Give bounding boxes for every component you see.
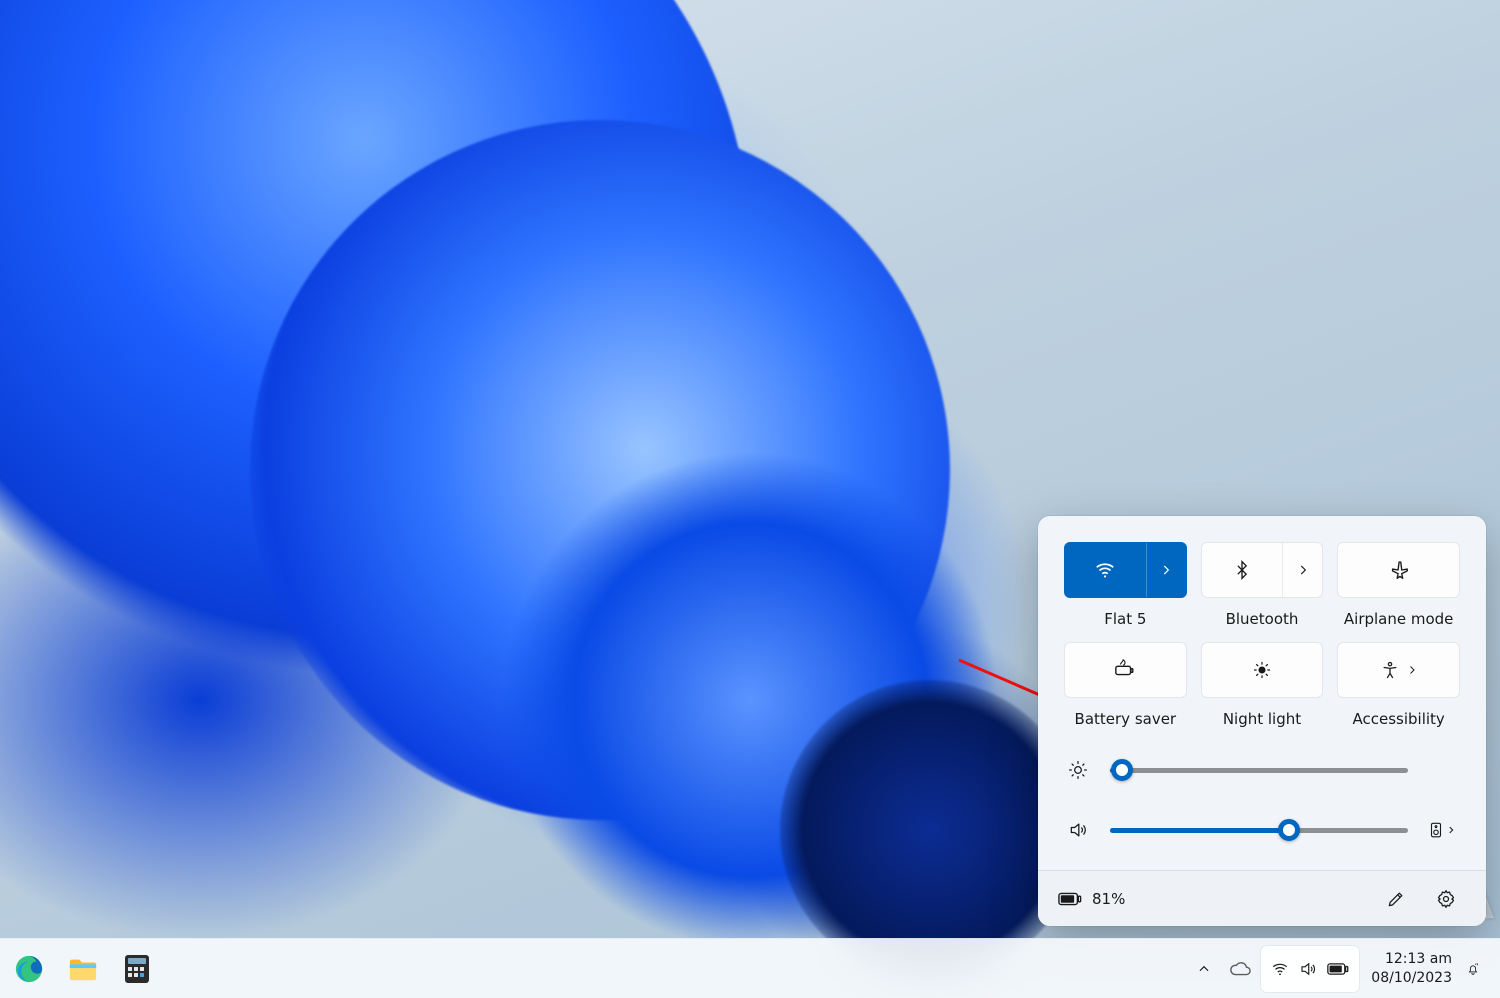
tile-night-light: Night light xyxy=(1201,642,1324,728)
bluetooth-more-button[interactable] xyxy=(1282,543,1322,597)
cloud-icon xyxy=(1229,961,1251,977)
battery-saver-icon xyxy=(1113,659,1137,681)
speaker-icon xyxy=(1068,820,1088,840)
tile-wifi: Flat 5 xyxy=(1064,542,1187,628)
brightness-slider-row xyxy=(1066,760,1458,780)
quick-settings-grid: Flat 5 Bluetooth xyxy=(1064,542,1460,728)
airplane-label: Airplane mode xyxy=(1344,610,1454,628)
brightness-slider[interactable] xyxy=(1110,762,1408,778)
battery-percent: 81% xyxy=(1092,890,1125,908)
wifi-more-button[interactable] xyxy=(1146,543,1186,597)
quick-settings-footer: 81% xyxy=(1038,870,1486,926)
audio-device-icon xyxy=(1428,821,1444,839)
battery-icon xyxy=(1327,962,1349,976)
brightness-icon xyxy=(1068,760,1088,780)
bell-dnd-icon xyxy=(1466,959,1480,979)
night-light-toggle[interactable] xyxy=(1201,642,1324,698)
tray-onedrive-button[interactable] xyxy=(1221,946,1259,992)
accessibility-label: Accessibility xyxy=(1353,710,1445,728)
volume-slider[interactable] xyxy=(1110,822,1408,838)
battery-status[interactable]: 81% xyxy=(1058,890,1125,908)
bluetooth-label: Bluetooth xyxy=(1226,610,1299,628)
speaker-icon xyxy=(1299,960,1317,978)
tray-overflow-button[interactable] xyxy=(1189,946,1219,992)
edge-icon xyxy=(14,954,44,984)
night-light-icon xyxy=(1252,660,1272,680)
tray-clock[interactable]: 12:13 am 08/10/2023 xyxy=(1361,950,1456,986)
wifi-label: Flat 5 xyxy=(1104,610,1146,628)
airplane-toggle[interactable] xyxy=(1337,542,1460,598)
wifi-toggle[interactable] xyxy=(1064,542,1187,598)
wifi-icon xyxy=(1271,960,1289,978)
tile-battery-saver: Battery saver xyxy=(1064,642,1187,728)
settings-button[interactable] xyxy=(1426,879,1466,919)
chevron-right-icon xyxy=(1446,825,1456,835)
taskbar-app-calculator[interactable] xyxy=(114,946,160,992)
chevron-right-icon xyxy=(1406,664,1418,676)
tray-network-volume-battery[interactable] xyxy=(1261,946,1359,992)
battery-saver-label: Battery saver xyxy=(1075,710,1177,728)
taskbar-app-file-explorer[interactable] xyxy=(60,946,106,992)
pencil-icon xyxy=(1386,889,1406,909)
airplane-icon xyxy=(1388,559,1410,581)
tile-airplane: Airplane mode xyxy=(1337,542,1460,628)
audio-output-button[interactable] xyxy=(1428,821,1458,839)
accessibility-icon xyxy=(1380,660,1400,680)
gear-icon xyxy=(1436,889,1456,909)
bluetooth-icon xyxy=(1232,560,1252,580)
tray-notifications-button[interactable] xyxy=(1458,946,1488,992)
chevron-right-icon xyxy=(1159,563,1173,577)
tile-accessibility: Accessibility xyxy=(1337,642,1460,728)
bluetooth-toggle[interactable] xyxy=(1201,542,1324,598)
calculator-icon xyxy=(123,954,151,984)
clock-time: 12:13 am xyxy=(1385,950,1452,968)
edit-quick-settings-button[interactable] xyxy=(1376,879,1416,919)
accessibility-toggle[interactable] xyxy=(1337,642,1460,698)
tile-bluetooth: Bluetooth xyxy=(1201,542,1324,628)
taskbar-app-edge[interactable] xyxy=(6,946,52,992)
clock-date: 08/10/2023 xyxy=(1371,969,1452,987)
night-light-label: Night light xyxy=(1223,710,1301,728)
wifi-icon xyxy=(1094,559,1116,581)
chevron-right-icon xyxy=(1296,563,1310,577)
chevron-up-icon xyxy=(1197,962,1211,976)
file-explorer-icon xyxy=(68,955,98,983)
taskbar: 12:13 am 08/10/2023 xyxy=(0,938,1500,998)
battery-saver-toggle[interactable] xyxy=(1064,642,1187,698)
battery-icon xyxy=(1058,891,1082,907)
quick-settings-panel: Flat 5 Bluetooth xyxy=(1038,516,1486,926)
volume-slider-row xyxy=(1066,820,1458,840)
